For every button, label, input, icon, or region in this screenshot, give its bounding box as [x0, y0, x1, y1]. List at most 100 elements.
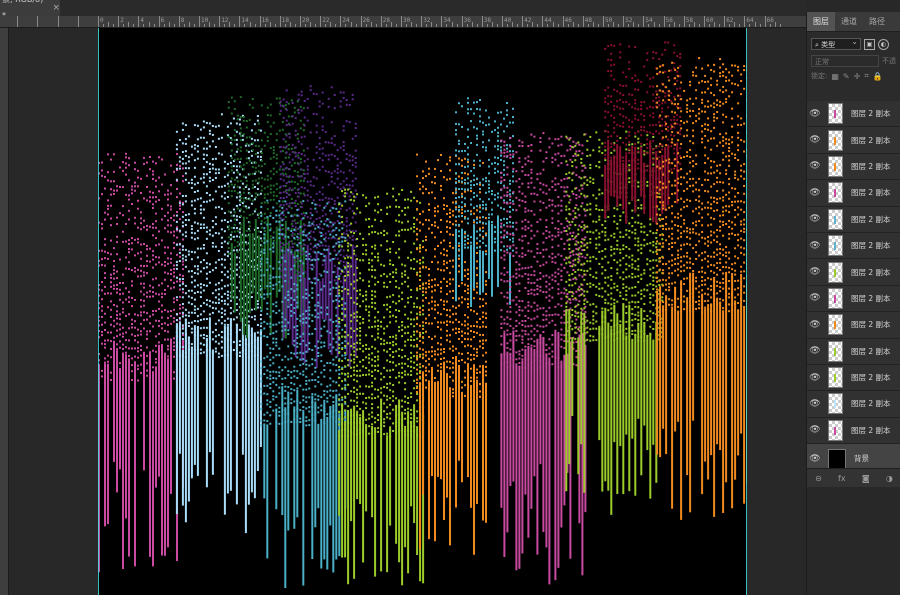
- art-pixel: [329, 209, 332, 212]
- art-pixel: [287, 102, 290, 105]
- art-pixel: [223, 219, 226, 222]
- art-pixel: [401, 349, 404, 351]
- art-pixel: [383, 376, 386, 379]
- ruler-vertical[interactable]: [0, 28, 9, 595]
- art-pixel: [446, 163, 448, 166]
- art-pixel: [416, 316, 418, 319]
- ruler-minor-tick: [537, 24, 539, 27]
- ruler-horizontal[interactable]: 0 2 4 6 8 10 12 14 16 18 20 22 24 26 28 30 32 34 36 38 40 42 4…: [0, 16, 806, 28]
- art-streak: [482, 252, 484, 293]
- ruler-tick: [724, 16, 726, 27]
- art-pixel: [401, 209, 404, 212]
- art-pixel: [272, 146, 275, 149]
- art-pixel: [479, 188, 481, 190]
- art-pixel: [503, 140, 506, 143]
- art-pixel: [314, 282, 317, 285]
- art-pixel: [356, 238, 359, 240]
- art-pixel: [422, 341, 424, 344]
- art-streak: [327, 248, 330, 350]
- art-pixel: [181, 221, 184, 224]
- art-pixel: [341, 328, 344, 331]
- art-pixel: [247, 206, 250, 209]
- art-pixel: [341, 303, 344, 306]
- document-canvas[interactable]: [98, 28, 747, 595]
- art-pixel: [365, 249, 368, 252]
- art-pixel: [326, 385, 329, 388]
- ruler-minor-tick: [638, 24, 640, 27]
- art-pixel: [266, 106, 269, 109]
- art-pixel: [190, 145, 193, 148]
- art-pixel: [512, 170, 514, 173]
- document-tab[interactable]: 景, RGB/8) * ×: [0, 0, 60, 20]
- art-pixel: [320, 231, 323, 234]
- ruler-minor-tick: [456, 24, 458, 27]
- art-pixel: [211, 179, 214, 181]
- ruler-minor-tick: [375, 24, 377, 27]
- art-pixel: [389, 376, 392, 379]
- art-streak: [263, 233, 266, 290]
- art-pixel: [404, 362, 407, 365]
- art-pixel: [354, 165, 357, 168]
- art-pixel: [202, 136, 205, 139]
- art-pixel: [482, 315, 484, 318]
- art-pixel: [398, 371, 401, 374]
- art-pixel: [503, 117, 505, 120]
- art-pixel: [181, 296, 184, 299]
- art-pixel: [338, 398, 341, 401]
- art-pixel: [443, 197, 445, 200]
- art-pixel: [398, 295, 401, 298]
- art-pixel: [345, 183, 348, 186]
- art-pixel: [107, 199, 109, 202]
- ruler-minor-tick: [310, 22, 312, 27]
- art-pixel: [193, 221, 196, 224]
- art-pixel: [389, 311, 392, 313]
- art-pixel: [311, 281, 314, 284]
- art-pixel: [353, 342, 356, 345]
- ruler-tick: [118, 16, 120, 27]
- art-pixel: [175, 148, 178, 151]
- art-pixel: [485, 283, 487, 286]
- art-pixel: [152, 207, 154, 209]
- art-streak: [235, 323, 238, 505]
- art-pixel: [344, 402, 347, 405]
- art-pixel: [359, 347, 362, 350]
- art-pixel: [315, 146, 318, 149]
- art-pixel: [368, 353, 371, 356]
- art-pixel: [404, 207, 407, 209]
- ruler-minor-tick: [446, 24, 448, 27]
- art-pixel: [275, 276, 278, 279]
- art-pixel: [140, 177, 142, 180]
- art-pixel: [184, 124, 187, 127]
- art-pixel: [269, 325, 272, 328]
- art-pixel: [285, 119, 288, 122]
- art-pixel: [389, 315, 392, 318]
- art-pixel: [356, 315, 359, 318]
- art-pixel: [229, 180, 232, 183]
- art-pixel: [461, 330, 463, 333]
- ruler-tick-label: 28: [382, 17, 391, 24]
- art-pixel: [101, 161, 103, 164]
- art-pixel: [205, 303, 208, 306]
- art-pixel: [281, 200, 284, 203]
- art-pixel: [211, 234, 214, 237]
- art-pixel: [297, 93, 300, 96]
- art-pixel: [214, 347, 217, 350]
- close-icon[interactable]: ×: [52, 0, 60, 16]
- art-pixel: [202, 226, 205, 229]
- art-pixel: [284, 184, 287, 187]
- art-pixel: [179, 280, 181, 283]
- art-pixel: [214, 172, 217, 175]
- art-pixel: [155, 361, 157, 364]
- art-pixel: [296, 154, 299, 157]
- art-pixel: [290, 147, 293, 150]
- art-pixel: [503, 266, 506, 269]
- art-pixel: [479, 198, 481, 201]
- art-pixel: [193, 207, 196, 210]
- art-pixel: [227, 171, 230, 174]
- art-pixel: [488, 139, 490, 142]
- art-pixel: [101, 342, 103, 345]
- art-pixel: [458, 188, 460, 190]
- art-pixel: [238, 123, 241, 126]
- art-pixel: [232, 249, 235, 252]
- art-pixel: [389, 247, 392, 250]
